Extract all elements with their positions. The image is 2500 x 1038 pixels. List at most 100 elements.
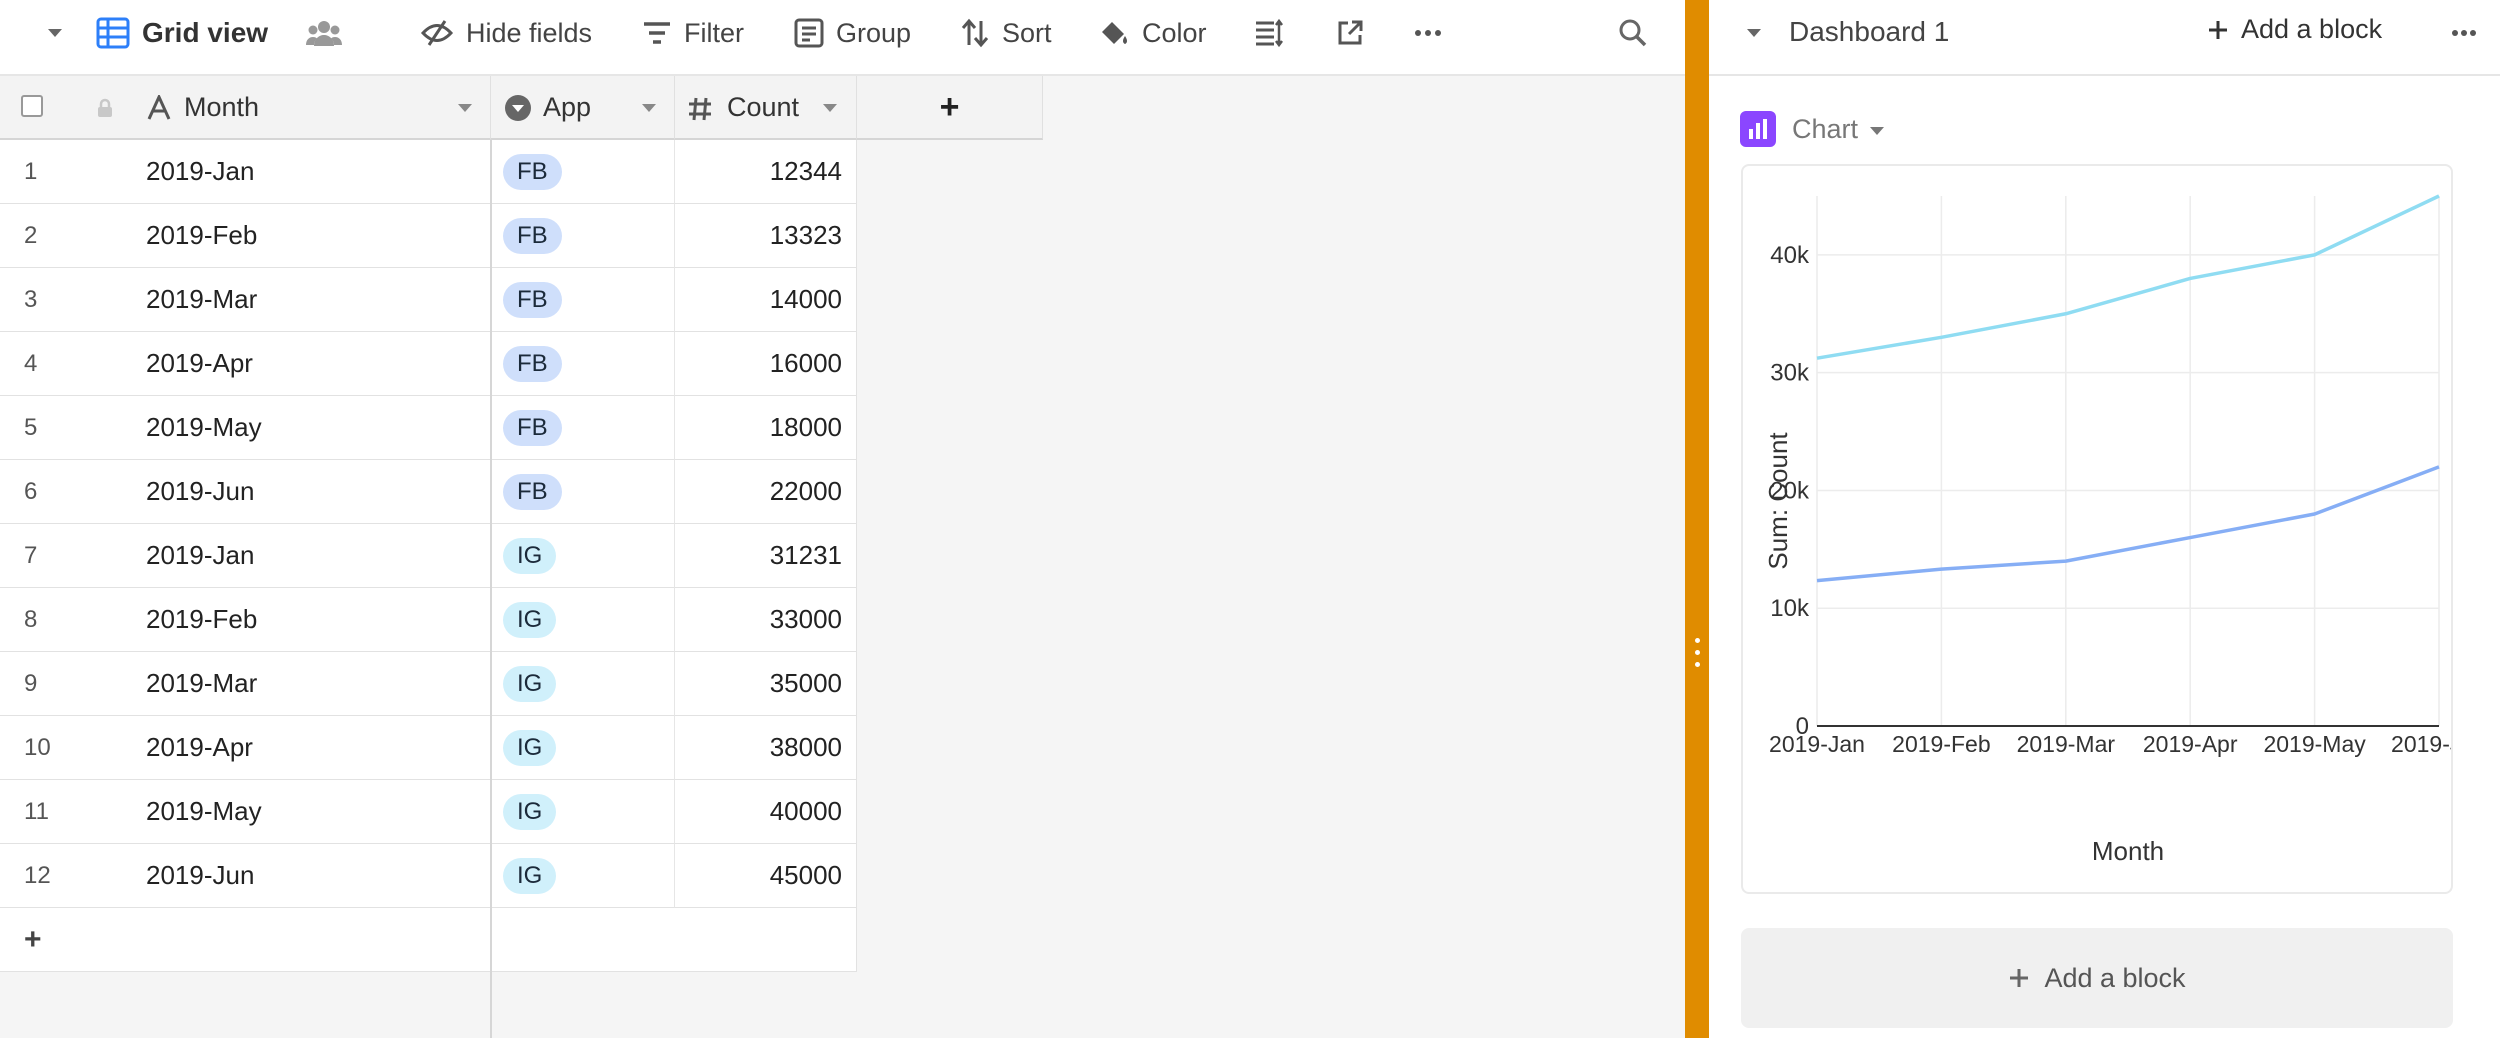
app-tag: FB: [503, 345, 562, 382]
select-all-checkbox[interactable]: [21, 95, 43, 117]
search-button[interactable]: [1618, 0, 1648, 66]
filter-button[interactable]: Filter: [642, 0, 744, 66]
view-toolbar: Grid view Hide fields Filter Group Sort …: [0, 0, 1685, 76]
cell-app[interactable]: IG: [491, 588, 675, 652]
y-tick-label: 10k: [1770, 595, 1810, 622]
cell-month[interactable]: 2019-Jun: [136, 844, 491, 908]
panel-resize-handle[interactable]: [1685, 0, 1709, 1038]
cell-count[interactable]: 18000: [675, 396, 857, 460]
x-axis-title: Month: [2092, 836, 2164, 866]
cell-month[interactable]: 2019-Jan: [136, 140, 491, 204]
row-number: 7: [0, 524, 136, 588]
add-row-filler[interactable]: [491, 908, 857, 972]
cell-month[interactable]: 2019-Apr: [136, 716, 491, 780]
cell-month[interactable]: 2019-Mar: [136, 652, 491, 716]
grid-panel: Grid view Hide fields Filter Group Sort …: [0, 0, 1685, 1038]
cell-app[interactable]: FB: [491, 268, 675, 332]
add-row-button[interactable]: +: [0, 908, 491, 972]
y-tick-label: 30k: [1770, 360, 1810, 387]
view-switcher[interactable]: Grid view: [96, 0, 268, 66]
cell-month[interactable]: 2019-Jun: [136, 460, 491, 524]
cell-count[interactable]: 12344: [675, 140, 857, 204]
sort-label: Sort: [1002, 17, 1052, 48]
cell-app[interactable]: FB: [491, 396, 675, 460]
cell-count[interactable]: 45000: [675, 844, 857, 908]
cell-month[interactable]: 2019-May: [136, 780, 491, 844]
cell-month[interactable]: 2019-Feb: [136, 204, 491, 268]
row-height-button[interactable]: [1254, 0, 1284, 66]
share-view-button[interactable]: [1336, 0, 1364, 66]
app-tag: FB: [503, 217, 562, 254]
cell-count[interactable]: 35000: [675, 652, 857, 716]
view-menu-caret[interactable]: [48, 0, 62, 66]
row-number: 10: [0, 716, 136, 780]
color-label: Color: [1142, 17, 1207, 48]
cell-month[interactable]: 2019-May: [136, 396, 491, 460]
cell-count[interactable]: 38000: [675, 716, 857, 780]
column-header-month[interactable]: Month: [184, 92, 259, 123]
chevron-down-icon[interactable]: [823, 104, 837, 112]
cell-app[interactable]: IG: [491, 716, 675, 780]
chevron-down-icon[interactable]: [458, 104, 472, 112]
cell-app[interactable]: IG: [491, 652, 675, 716]
app-tag: FB: [503, 409, 562, 446]
more-options-button[interactable]: [1414, 0, 1442, 66]
add-block-button[interactable]: Add a block: [2207, 14, 2382, 45]
cell-count[interactable]: 14000: [675, 268, 857, 332]
group-icon: [794, 18, 824, 48]
chevron-down-icon[interactable]: [642, 104, 656, 112]
add-column-button[interactable]: +: [857, 76, 1043, 140]
cell-month[interactable]: 2019-Feb: [136, 588, 491, 652]
collaborators-button[interactable]: [306, 0, 342, 66]
cell-app[interactable]: IG: [491, 524, 675, 588]
view-name: Grid view: [142, 17, 269, 48]
cell-app[interactable]: FB: [491, 140, 675, 204]
x-tick-label: 2019-Mar: [2017, 731, 2116, 757]
hide-fields-label: Hide fields: [466, 17, 593, 48]
header-count[interactable]: Count: [675, 76, 857, 140]
drag-handle-dot: [1695, 638, 1700, 643]
group-button[interactable]: Group: [794, 0, 911, 66]
hide-fields-button[interactable]: Hide fields: [420, 0, 592, 66]
cell-count[interactable]: 31231: [675, 524, 857, 588]
cell-month[interactable]: 2019-Apr: [136, 332, 491, 396]
dashboard-title[interactable]: Dashboard 1: [1789, 16, 1949, 48]
cell-count[interactable]: 40000: [675, 780, 857, 844]
cell-count[interactable]: 22000: [675, 460, 857, 524]
group-label: Group: [836, 17, 912, 48]
app-tag: IG: [503, 729, 557, 766]
color-button[interactable]: Color: [1098, 0, 1207, 66]
row-number: 3: [0, 268, 136, 332]
app-tag: IG: [503, 793, 557, 830]
x-tick-label: 2019-Jan: [1769, 731, 1865, 757]
app-tag: IG: [503, 665, 557, 702]
cell-count[interactable]: 16000: [675, 332, 857, 396]
row-number: 1: [0, 140, 136, 204]
cell-app[interactable]: FB: [491, 332, 675, 396]
chevron-down-icon[interactable]: [1747, 29, 1761, 37]
cell-count[interactable]: 13323: [675, 204, 857, 268]
x-tick-label: 2019-Apr: [2143, 731, 2238, 757]
grid-view-icon: [96, 17, 130, 49]
row-number: 12: [0, 844, 136, 908]
add-block-placeholder-button[interactable]: Add a block: [1741, 928, 2453, 1028]
cell-app[interactable]: IG: [491, 844, 675, 908]
sort-button[interactable]: Sort: [960, 0, 1052, 66]
cell-app[interactable]: FB: [491, 460, 675, 524]
column-header-count: Count: [727, 91, 800, 122]
cell-app[interactable]: IG: [491, 780, 675, 844]
block-title-bar[interactable]: Chart: [1740, 111, 1885, 147]
frozen-column-divider: [490, 140, 492, 1038]
cell-app[interactable]: FB: [491, 204, 675, 268]
more-icon[interactable]: [2451, 29, 2477, 37]
header-app[interactable]: App: [491, 76, 675, 140]
search-icon: [1619, 19, 1647, 47]
app-tag: FB: [503, 473, 562, 510]
cell-month[interactable]: 2019-Mar: [136, 268, 491, 332]
lock-icon: [98, 98, 112, 117]
row-number: 11: [0, 780, 136, 844]
more-icon: [1415, 30, 1441, 36]
cell-count[interactable]: 33000: [675, 588, 857, 652]
cell-month[interactable]: 2019-Jan: [136, 524, 491, 588]
paint-bucket-icon: [1102, 22, 1127, 44]
